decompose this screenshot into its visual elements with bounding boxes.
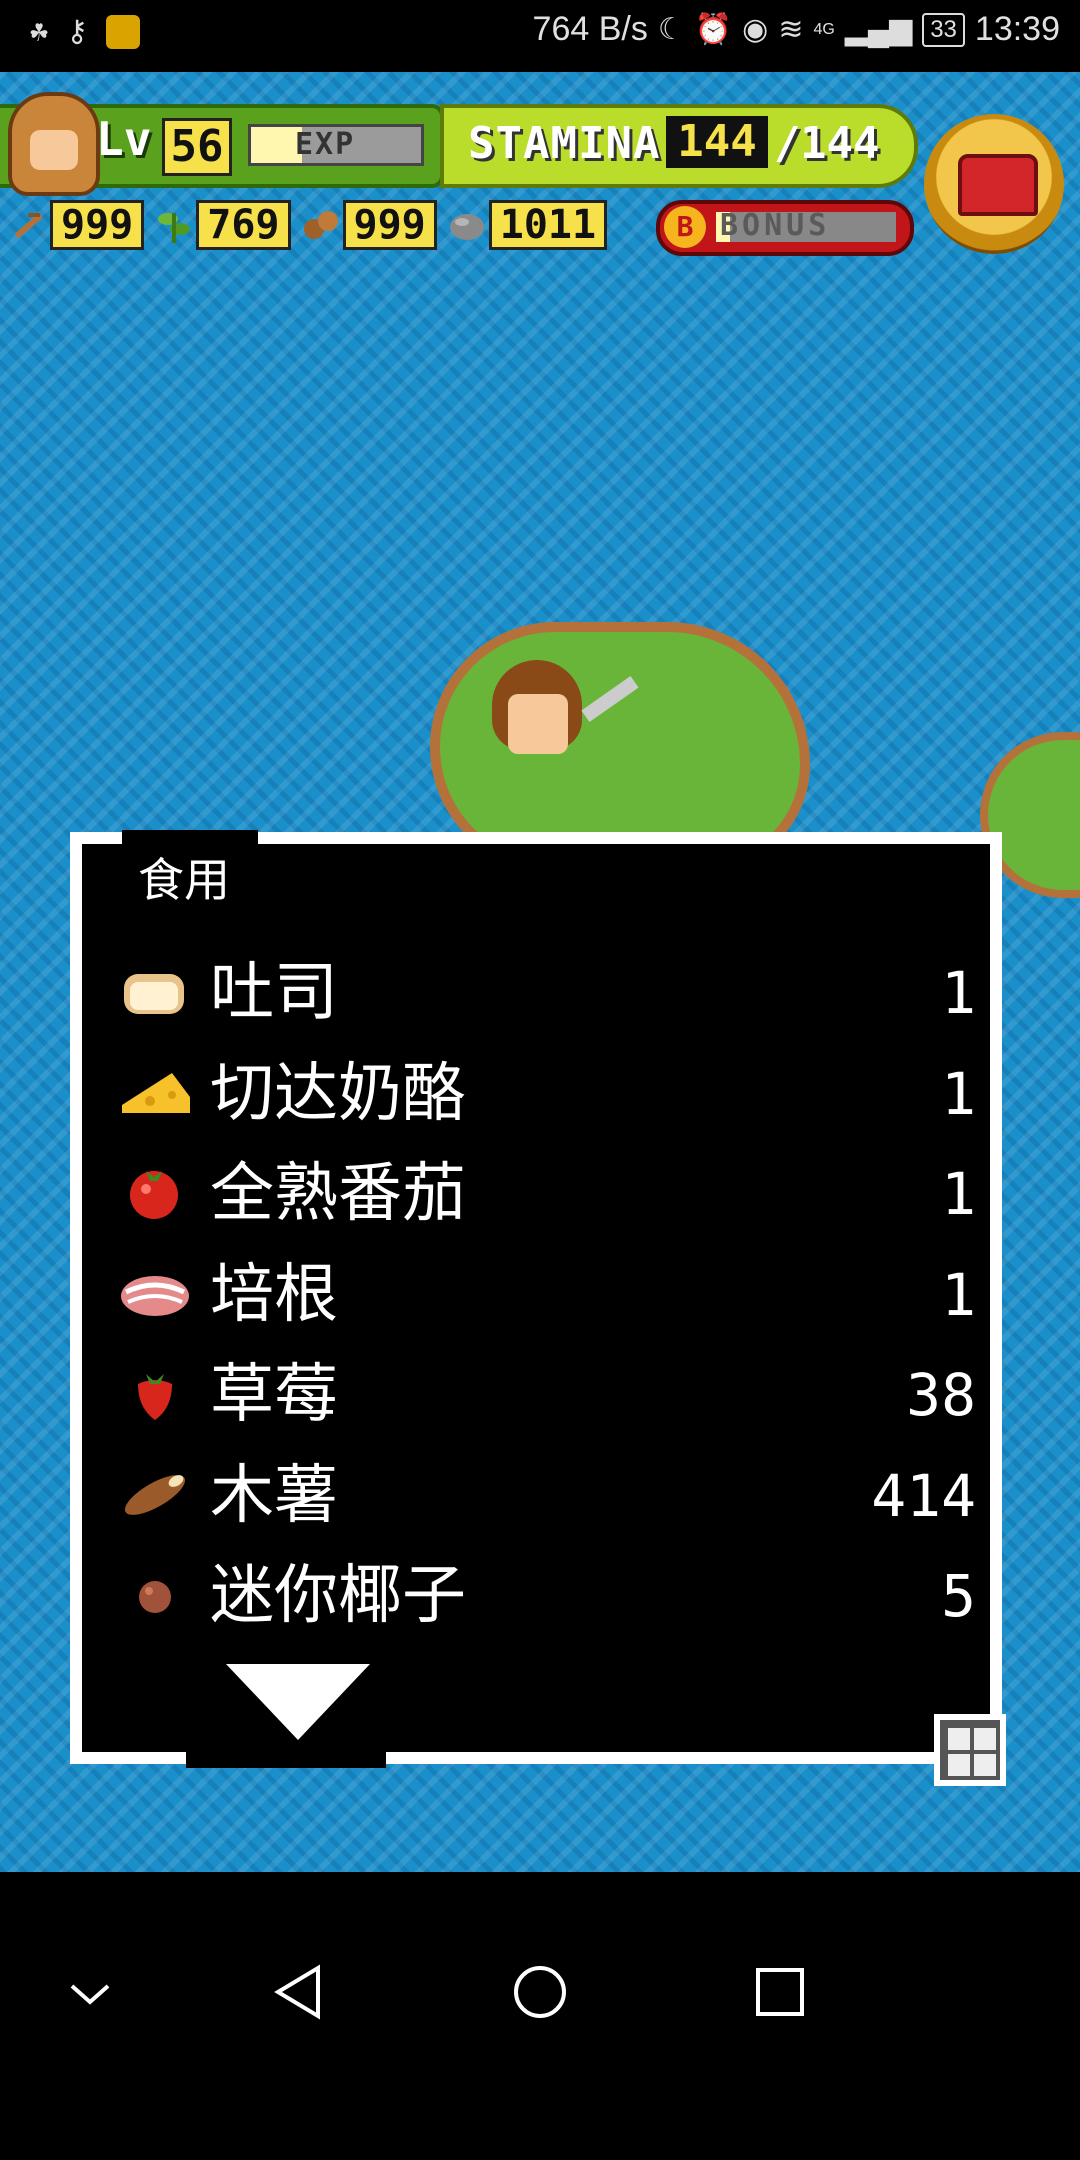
item-quantity: 1 (941, 959, 976, 1027)
item-name: 培根 (210, 1257, 338, 1332)
resource-row: 999 769 999 1011 (8, 200, 608, 250)
navigation-bar (0, 1872, 1080, 2160)
item-quantity: 1 (941, 1160, 976, 1228)
resource-value: 769 (196, 200, 291, 250)
level-value: 56 (162, 118, 232, 176)
item-quantity: 1 (941, 1260, 976, 1329)
dialog-bottom-notch (186, 1748, 386, 1768)
food-list: 吐司 1 切达奶酪 1 全熟番茄 1 培根 1 草莓 38 木薯 414 迷你椰… (116, 944, 976, 1648)
hero-face (508, 694, 568, 754)
resource-branch: 999 (8, 200, 145, 250)
eat-dialog: 食用 吐司 1 切达奶酪 1 全熟番茄 1 培根 1 草莓 38 木薯 414 … (70, 830, 1002, 1768)
player-avatar[interactable] (8, 92, 100, 196)
exp-bar: EXP (248, 124, 424, 166)
tomato-icon (130, 1171, 178, 1219)
stamina-max: 144 (800, 118, 880, 169)
alarm-icon: ⏰ (694, 13, 733, 46)
stamina-current: 144 (666, 116, 768, 168)
cheese-icon (122, 1072, 190, 1113)
item-name: 切达奶酪 (210, 1056, 466, 1131)
bonus-badge: B (664, 206, 706, 248)
eye-icon: ◉ (742, 13, 769, 46)
bonus-gauge[interactable]: B BONUS (656, 200, 914, 256)
item-name: 吐司 (210, 956, 338, 1030)
treasure-chest-button[interactable] (924, 114, 1064, 254)
grid-icon (974, 1754, 996, 1776)
resource-value: 1011 (488, 200, 608, 250)
grid-icon (948, 1754, 970, 1776)
item-quantity: 414 (871, 1461, 976, 1530)
signal-icon: ▂▄▆ (844, 13, 913, 46)
exp-label: EXP (295, 127, 356, 162)
resource-stone: 1011 (447, 200, 608, 250)
grid-icon (948, 1728, 970, 1750)
list-item[interactable]: 迷你椰子 5 (116, 1547, 976, 1648)
resource-value: 999 (50, 200, 145, 250)
resource-value: 999 (342, 200, 437, 250)
stamina-label: STAMINA (468, 118, 661, 169)
resource-herb: 769 (154, 200, 291, 250)
key-icon: ⚷ (66, 14, 89, 49)
wifi-icon: ≋ (778, 13, 804, 46)
app-notification-icon: ☘ (30, 14, 49, 49)
moon-icon: ☾ (657, 13, 685, 46)
list-item[interactable]: 培根 1 (116, 1246, 976, 1347)
stamina-separator: / (774, 118, 801, 169)
list-item[interactable]: 草莓 38 (116, 1346, 976, 1447)
scroll-down-arrow-icon[interactable] (226, 1664, 370, 1740)
signal-label: 4G (813, 20, 835, 38)
list-item[interactable]: 吐司 1 (116, 944, 976, 1045)
list-item[interactable]: 木薯 414 (116, 1447, 976, 1548)
menu-grid-button[interactable] (934, 1714, 1006, 1786)
grid-icon (974, 1728, 996, 1750)
bacon-icon (121, 1275, 189, 1316)
status-bar: ☘ ⚷ 764 B/s ☾ ⏰ ◉ ≋ 4G ▂▄▆ 33 13:39 (0, 0, 1080, 72)
list-item[interactable]: 切达奶酪 1 (116, 1045, 976, 1146)
list-item[interactable]: 全熟番茄 1 (116, 1145, 976, 1246)
treasure-chest-icon (958, 154, 1038, 216)
battery-indicator: 33 (922, 12, 965, 47)
item-quantity: 1 (941, 1059, 976, 1128)
collapse-chevron-icon[interactable] (50, 1952, 130, 2032)
item-quantity: 5 (941, 1562, 976, 1630)
network-speed: 764 B/s (532, 10, 648, 48)
clock: 13:39 (974, 10, 1060, 48)
home-icon[interactable] (500, 1952, 580, 2032)
nuts-icon (303, 211, 338, 239)
mini-coconut-icon (139, 1581, 171, 1613)
stone-icon (449, 214, 484, 240)
herb-icon (158, 213, 191, 243)
strawberry-icon (138, 1374, 172, 1420)
recents-icon[interactable] (740, 1952, 820, 2032)
item-name: 木薯 (210, 1458, 338, 1533)
game-world[interactable]: Lv 56 EXP STAMINA 144 / 144 999 769 999 … (0, 72, 1080, 1872)
resource-nuts: 999 (301, 200, 437, 250)
app-badge-icon (106, 14, 141, 49)
branch-icon (14, 213, 43, 239)
toast-icon (124, 974, 184, 1014)
dialog-title: 食用 (138, 853, 230, 907)
item-name: 全熟番茄 (210, 1157, 466, 1231)
level-label: Lv (96, 112, 152, 166)
cassava-icon (124, 1474, 186, 1515)
item-quantity: 38 (906, 1361, 976, 1429)
item-name: 迷你椰子 (210, 1559, 466, 1633)
back-icon[interactable] (260, 1952, 340, 2032)
item-name: 草莓 (210, 1358, 338, 1432)
stamina-panel: STAMINA 144 / 144 (440, 104, 918, 188)
bonus-label: BONUS (720, 208, 831, 243)
